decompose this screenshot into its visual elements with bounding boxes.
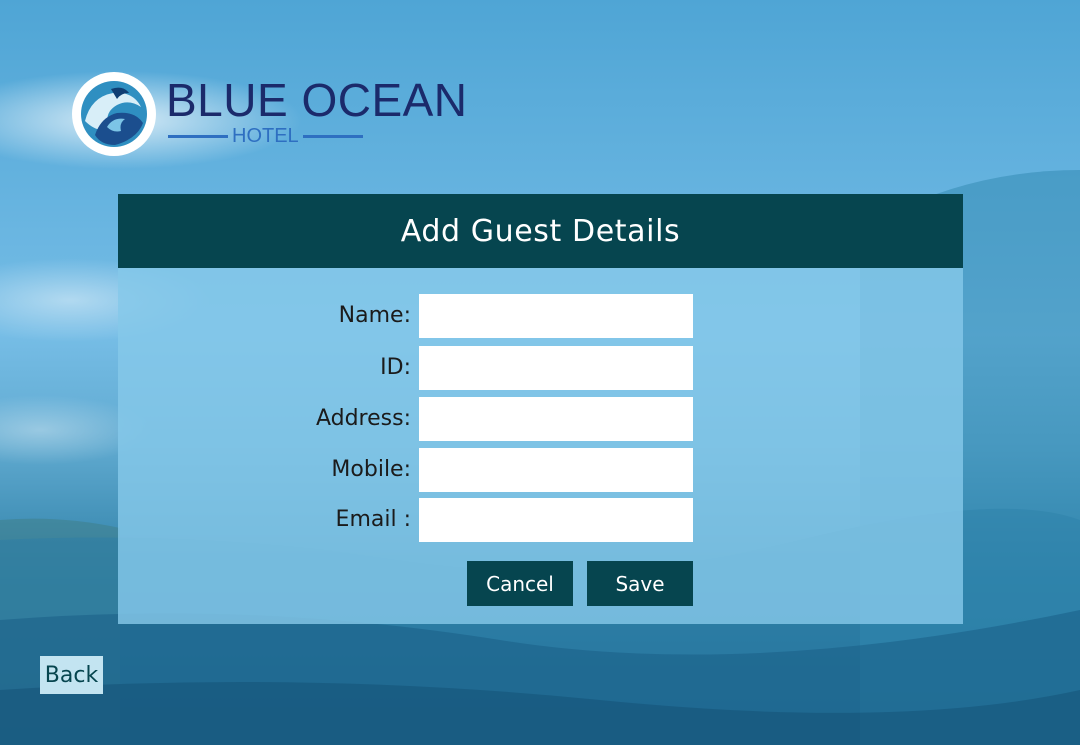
cancel-button[interactable]: Cancel xyxy=(467,561,573,606)
guest-details-panel: Add Guest Details Name: ID: Address: Mob… xyxy=(118,194,963,624)
mobile-label: Mobile: xyxy=(331,457,411,482)
email-row: Email : xyxy=(118,498,963,542)
id-row: ID: xyxy=(118,346,963,390)
brand-divider-right xyxy=(302,134,363,138)
name-label: Name: xyxy=(338,303,411,328)
app-window: BLUE OCEAN HOTEL Add Guest Details Name:… xyxy=(0,0,1080,745)
mobile-input[interactable] xyxy=(419,448,693,492)
wave-logo-icon xyxy=(72,72,156,156)
address-label: Address: xyxy=(315,406,411,431)
save-button[interactable]: Save xyxy=(587,561,693,606)
address-input[interactable] xyxy=(419,397,693,441)
brand-subtitle: HOTEL xyxy=(232,125,299,147)
name-input[interactable] xyxy=(419,294,693,338)
id-input[interactable] xyxy=(419,346,693,390)
email-label: Email : xyxy=(335,507,411,532)
id-label: ID: xyxy=(380,355,411,380)
email-input[interactable] xyxy=(419,498,693,542)
mobile-row: Mobile: xyxy=(118,448,963,492)
brand-name: BLUE OCEAN xyxy=(166,74,468,126)
brand-divider-left xyxy=(168,134,228,138)
address-row: Address: xyxy=(118,397,963,441)
back-button[interactable]: Back xyxy=(40,656,103,694)
name-row: Name: xyxy=(118,294,963,338)
panel-title: Add Guest Details xyxy=(118,194,963,268)
hotel-logo: BLUE OCEAN HOTEL xyxy=(72,72,468,156)
